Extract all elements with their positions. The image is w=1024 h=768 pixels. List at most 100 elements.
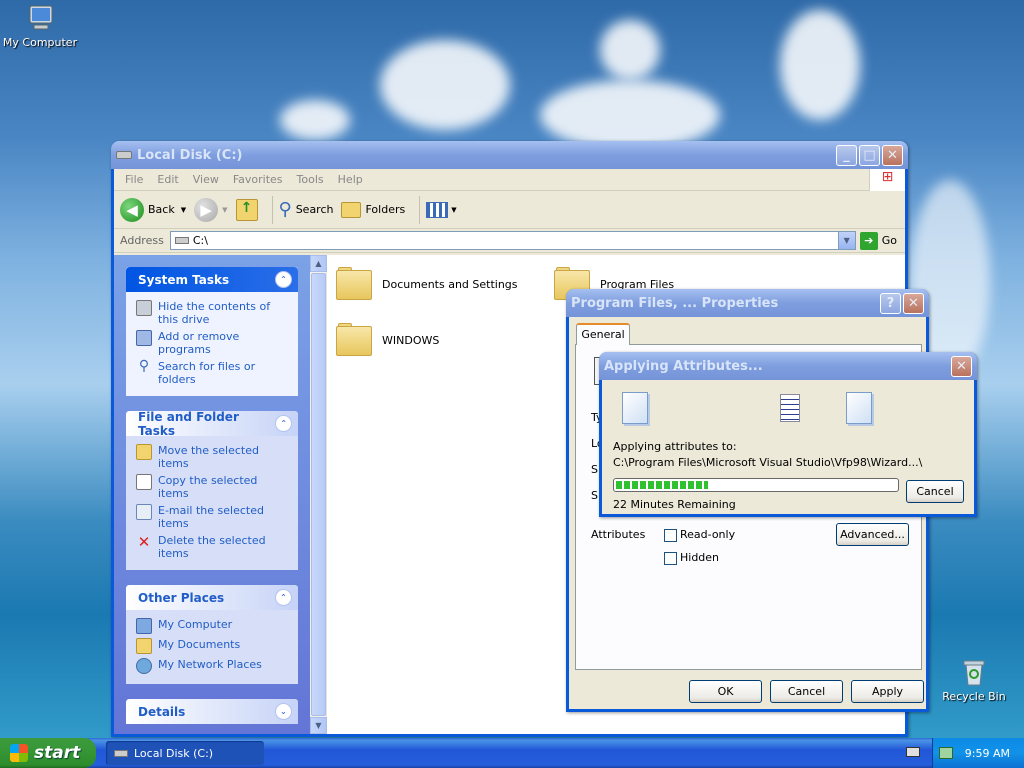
wallpaper-cloud — [380, 40, 510, 130]
help-button[interactable]: ? — [880, 292, 901, 314]
file-folder-tasks-header[interactable]: File and Folder Tasks ⌃ — [126, 410, 298, 438]
network-icon — [136, 658, 152, 674]
vertical-scrollbar[interactable]: ▲ ▼ — [310, 255, 327, 734]
explorer-titlebar[interactable]: Local Disk (C:) _ □ ✕ — [111, 141, 908, 169]
place-my-computer[interactable]: My Computer — [136, 618, 290, 634]
chevron-down-icon: ▼ — [222, 205, 228, 214]
wallpaper-cloud — [780, 10, 860, 120]
applying-label: Applying attributes to: — [613, 440, 737, 453]
collapse-icon[interactable]: ⌃ — [275, 271, 292, 288]
time-remaining: 22 Minutes Remaining — [613, 498, 736, 511]
expand-icon[interactable]: ⌄ — [275, 703, 292, 720]
task-hide-contents[interactable]: Hide the contents of this drive — [136, 300, 290, 326]
desktop-icon-label: My Computer — [2, 36, 78, 49]
menu-view[interactable]: View — [193, 173, 219, 186]
system-tasks-header[interactable]: System Tasks ⌃ — [126, 267, 298, 292]
forward-arrow-icon: ▶ — [194, 197, 219, 222]
menu-tools[interactable]: Tools — [297, 173, 324, 186]
close-button[interactable]: ✕ — [903, 292, 924, 314]
task-copy-items[interactable]: Copy the selected items — [136, 474, 290, 500]
menu-edit[interactable]: Edit — [157, 173, 178, 186]
hidden-checkbox[interactable]: Hidden — [664, 551, 719, 565]
cancel-button[interactable]: Cancel — [770, 680, 843, 703]
applying-titlebar[interactable]: Applying Attributes... ✕ — [599, 352, 977, 380]
task-search-files[interactable]: ⚲ Search for files or folders — [136, 359, 290, 386]
scroll-thumb[interactable] — [311, 273, 326, 716]
taskbar-item-local-disk[interactable]: Local Disk (C:) — [106, 741, 264, 765]
recycle-bin-icon — [958, 656, 990, 688]
readonly-checkbox[interactable]: Read-only — [664, 528, 735, 542]
scroll-up-button[interactable]: ▲ — [310, 255, 327, 272]
details-header[interactable]: Details ⌄ — [126, 699, 298, 724]
windows-logo-icon: ⊞ — [869, 168, 905, 191]
minimize-button[interactable]: _ — [836, 144, 857, 166]
collapse-icon[interactable]: ⌃ — [275, 415, 292, 432]
applying-path: C:\Program Files\Microsoft Visual Studio… — [613, 456, 923, 469]
scroll-down-button[interactable]: ▼ — [310, 717, 327, 734]
documents-icon — [136, 638, 152, 654]
maximize-button[interactable]: □ — [859, 144, 880, 166]
up-folder-icon: ↑ — [235, 198, 258, 221]
task-move-items[interactable]: Move the selected items — [136, 444, 290, 470]
clock: 9:59 AM — [964, 746, 1010, 760]
progress-fill — [616, 481, 709, 489]
network-tray-icon[interactable] — [938, 747, 953, 759]
tab-general[interactable]: General — [576, 323, 630, 345]
place-my-network-places[interactable]: My Network Places — [136, 658, 290, 674]
advanced-button[interactable]: Advanced... — [836, 523, 909, 546]
back-button[interactable]: ◀ Back ▼ — [120, 197, 186, 222]
search-button[interactable]: ⚲ Search — [279, 199, 334, 220]
folder-documents-and-settings[interactable]: Documents and Settings — [336, 267, 518, 301]
task-email-items[interactable]: E-mail the selected items — [136, 504, 290, 530]
file-folder-tasks-panel: File and Folder Tasks ⌃ Move the selecte… — [126, 410, 298, 570]
close-button[interactable]: ✕ — [882, 144, 903, 166]
other-places-header[interactable]: Other Places ⌃ — [126, 585, 298, 610]
start-button[interactable]: start — [0, 738, 96, 768]
menu-favorites[interactable]: Favorites — [233, 173, 283, 186]
menu-help[interactable]: Help — [338, 173, 363, 186]
forward-button[interactable]: ▶ ▼ — [194, 197, 228, 222]
desktop-icon-recycle-bin[interactable]: Recycle Bin — [934, 656, 1014, 703]
folder-icon — [336, 267, 374, 301]
checkbox-box — [664, 551, 677, 565]
task-add-remove-programs[interactable]: Add or remove programs — [136, 330, 290, 356]
up-folder-button[interactable]: ↑ — [235, 198, 258, 221]
keyboard-icon[interactable] — [906, 747, 920, 757]
collapse-icon[interactable]: ⌃ — [275, 589, 292, 606]
checkbox-box — [664, 528, 677, 542]
address-input[interactable]: C:\ ▼ — [169, 231, 856, 250]
drive-icon — [114, 749, 128, 757]
task-delete-items[interactable]: ✕ Delete the selected items — [136, 534, 290, 560]
toolbar-separator — [419, 195, 421, 224]
ok-button[interactable]: OK — [689, 680, 762, 703]
address-label: Address — [120, 234, 164, 247]
applying-attributes-dialog: Applying Attributes... ✕ Applying attrib… — [599, 352, 977, 517]
close-button[interactable]: ✕ — [951, 355, 972, 377]
move-icon — [136, 444, 152, 460]
views-button[interactable]: ▼ — [426, 201, 457, 218]
email-icon — [136, 504, 152, 520]
progress-bar — [613, 478, 899, 492]
taskbar: start Local Disk (C:) 9:59 AM — [0, 738, 1024, 768]
copy-icon — [136, 474, 152, 490]
menu-file[interactable]: File — [125, 173, 143, 186]
cancel-button[interactable]: Cancel — [906, 480, 964, 503]
drive-icon — [116, 151, 132, 159]
toolbar-separator — [271, 195, 273, 224]
hide-drive-icon — [136, 300, 152, 316]
wallpaper-cloud — [600, 20, 660, 80]
desktop-icon-my-computer[interactable]: My Computer — [0, 2, 80, 49]
address-dropdown-button[interactable]: ▼ — [837, 232, 855, 249]
dialog-title: Applying Attributes... — [604, 358, 763, 374]
place-my-documents[interactable]: My Documents — [136, 638, 290, 654]
chevron-down-icon: ▼ — [451, 205, 457, 214]
folder-windows[interactable]: WINDOWS — [336, 323, 439, 357]
folders-icon — [341, 201, 362, 218]
folders-button[interactable]: Folders — [341, 201, 405, 218]
attribute-list-icon — [780, 394, 800, 422]
drive-icon — [174, 237, 189, 244]
system-tasks-panel: System Tasks ⌃ Hide the contents of this… — [126, 267, 298, 396]
go-button[interactable]: ➔ Go — [859, 231, 897, 250]
properties-titlebar[interactable]: Program Files, ... Properties ? ✕ — [566, 289, 929, 317]
apply-button[interactable]: Apply — [851, 680, 924, 703]
